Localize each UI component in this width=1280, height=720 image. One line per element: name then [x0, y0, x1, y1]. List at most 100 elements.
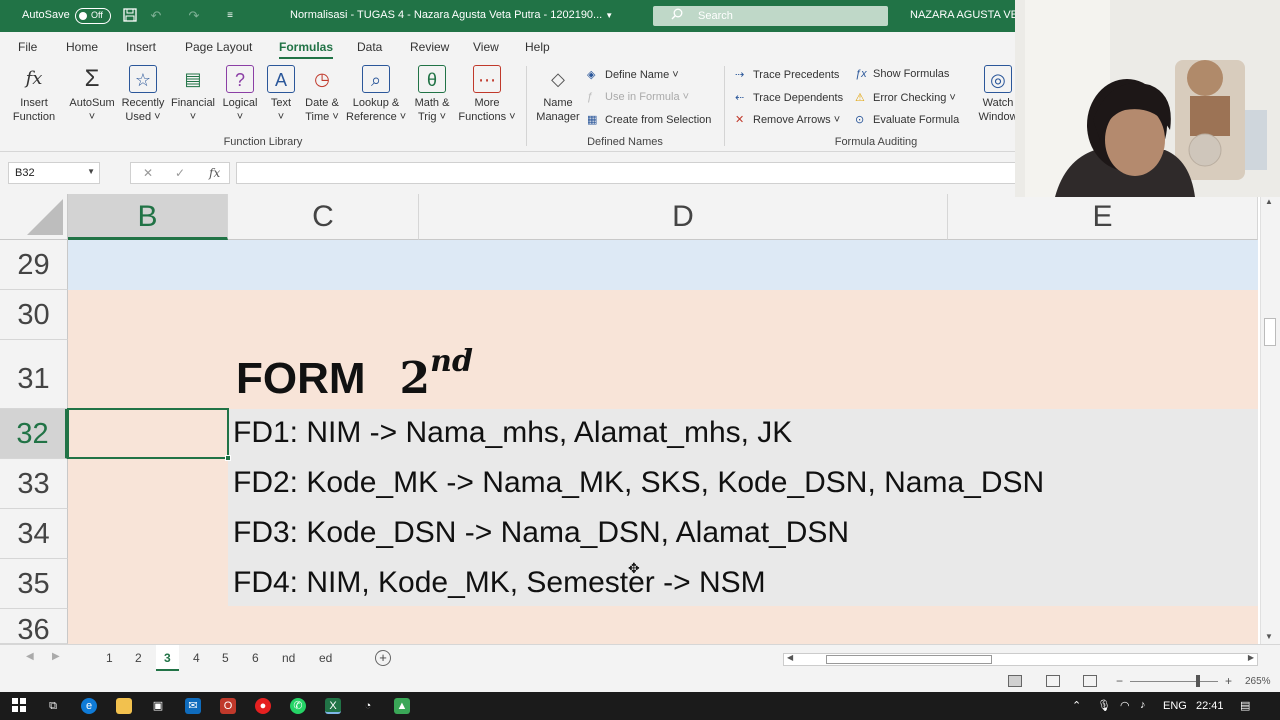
- scroll-up-icon[interactable]: ▲: [1265, 197, 1273, 206]
- more-functions-button[interactable]: ⋯ More Functions ˅: [458, 65, 516, 124]
- name-box[interactable]: B32 ▼: [8, 162, 100, 184]
- wifi-icon[interactable]: ◠: [1120, 699, 1130, 712]
- insert-function-button[interactable]: fx Insert Function: [8, 65, 60, 124]
- formula-input[interactable]: [236, 162, 1016, 184]
- android-app-icon[interactable]: ▲: [394, 698, 410, 714]
- sheet-tab[interactable]: ed: [315, 651, 336, 665]
- recently-used-button[interactable]: ☆ Recently Used ˅: [120, 65, 166, 124]
- normal-view-icon[interactable]: [1008, 675, 1022, 687]
- tab-insert[interactable]: Insert: [126, 40, 156, 54]
- tab-formulas[interactable]: Formulas: [279, 40, 334, 59]
- microphone-icon[interactable]: 🎙: [1097, 699, 1111, 712]
- tab-help[interactable]: Help: [525, 40, 550, 54]
- watch-window-button[interactable]: ◎ Watch Window: [978, 65, 1018, 124]
- add-sheet-icon[interactable]: +: [375, 650, 391, 666]
- date-time-button[interactable]: ◷ Date & Time ˅: [300, 65, 344, 124]
- define-name-button[interactable]: ◈ Define Name ˅: [587, 68, 679, 81]
- store-icon[interactable]: ▣: [150, 698, 166, 714]
- media-player-icon[interactable]: ●: [255, 698, 271, 714]
- sheet-tab[interactable]: 2: [131, 651, 146, 665]
- page-layout-view-icon[interactable]: [1046, 675, 1060, 687]
- use-in-formula-button[interactable]: ƒ Use in Formula ˅: [587, 91, 689, 103]
- windows-start-icon[interactable]: [11, 698, 27, 714]
- create-from-selection-button[interactable]: ▦ Create from Selection: [587, 113, 711, 126]
- sheet-tab[interactable]: 1: [102, 651, 117, 665]
- zoom-slider[interactable]: [1130, 681, 1218, 682]
- whatsapp-icon[interactable]: ✆: [290, 698, 306, 714]
- edge-browser-icon[interactable]: e: [81, 698, 97, 714]
- tab-home[interactable]: Home: [66, 40, 98, 54]
- scroll-down-icon[interactable]: ▼: [1265, 632, 1273, 641]
- remove-arrows-button[interactable]: ✕ Remove Arrows ˅: [735, 113, 840, 126]
- row-header-31[interactable]: 31: [0, 340, 68, 409]
- row-header-33[interactable]: 33: [0, 459, 68, 509]
- tab-file[interactable]: File: [18, 40, 37, 54]
- sheet-tab[interactable]: 5: [218, 651, 233, 665]
- name-box-dropdown-icon[interactable]: ▼: [87, 167, 95, 176]
- file-explorer-icon[interactable]: [116, 698, 132, 714]
- notifications-icon[interactable]: ▤: [1240, 699, 1250, 712]
- sheet-tab[interactable]: 6: [248, 651, 263, 665]
- autosave-toggle[interactable]: Off: [75, 8, 111, 24]
- scroll-right-icon[interactable]: ▶: [1248, 653, 1254, 662]
- tab-review[interactable]: Review: [410, 40, 449, 54]
- insert-function-icon[interactable]: fx: [209, 166, 220, 180]
- worksheet-grid[interactable]: B C D E 29 30 31 32 33 34 35 36 FORM 2nd …: [0, 194, 1260, 644]
- prev-sheet-icon[interactable]: ◀: [26, 651, 34, 662]
- row-header-30[interactable]: 30: [0, 290, 68, 340]
- search-box[interactable]: Search: [653, 6, 888, 26]
- row-header-32[interactable]: 32: [0, 409, 68, 459]
- enter-icon[interactable]: ✓: [175, 166, 185, 180]
- row-header-36[interactable]: 36: [0, 609, 68, 644]
- row-header-29[interactable]: 29: [0, 240, 68, 290]
- office-icon[interactable]: O: [220, 698, 236, 714]
- vertical-scroll-thumb[interactable]: [1264, 318, 1276, 346]
- active-cell-b32[interactable]: [67, 408, 231, 461]
- tab-view[interactable]: View: [473, 40, 499, 54]
- column-header-c[interactable]: C: [228, 194, 419, 240]
- sheet-tab-active[interactable]: 3: [156, 645, 179, 671]
- document-title[interactable]: Normalisasi - TUGAS 4 - Nazara Agusta Ve…: [290, 9, 613, 21]
- trace-dependents-button[interactable]: ⇠ Trace Dependents: [735, 91, 843, 104]
- column-header-e[interactable]: E: [948, 194, 1258, 240]
- zoom-in-button[interactable]: +: [1225, 674, 1232, 688]
- customize-qat-icon[interactable]: ≡: [222, 8, 238, 24]
- logical-button[interactable]: ? Logical ˅: [218, 65, 262, 124]
- sheet-tab[interactable]: nd: [278, 651, 299, 665]
- name-manager-button[interactable]: ◇ Name Manager: [532, 65, 584, 124]
- select-all-button[interactable]: [0, 194, 68, 240]
- redo-icon[interactable]: ↷: [186, 8, 202, 24]
- next-sheet-icon[interactable]: ▶: [52, 651, 60, 662]
- account-name[interactable]: NAZARA AGUSTA VET: [910, 9, 1025, 21]
- financial-button[interactable]: ▤ Financial ˅: [170, 65, 216, 124]
- zoom-level[interactable]: 265%: [1245, 676, 1271, 687]
- fill-handle[interactable]: [225, 455, 231, 461]
- page-break-view-icon[interactable]: [1083, 675, 1097, 687]
- volume-icon[interactable]: ♪: [1140, 699, 1146, 711]
- vertical-scrollbar[interactable]: ▲ ▼: [1260, 194, 1280, 644]
- text-button[interactable]: A Text ˅: [266, 65, 296, 124]
- horizontal-scrollbar[interactable]: ◀ ▶: [783, 653, 1258, 666]
- zoom-slider-knob[interactable]: [1196, 675, 1200, 687]
- column-header-d[interactable]: D: [419, 194, 948, 240]
- lookup-reference-button[interactable]: ⌕ Lookup & Reference ˅: [346, 65, 406, 124]
- clock-app-icon[interactable]: ◔: [360, 698, 376, 714]
- math-trig-button[interactable]: θ Math & Trig ˅: [410, 65, 454, 124]
- error-checking-button[interactable]: ⚠ Error Checking ˅: [855, 91, 956, 104]
- undo-icon[interactable]: ↶: [148, 8, 164, 24]
- excel-taskbar-icon[interactable]: X: [325, 698, 341, 714]
- clock-time[interactable]: 22:41: [1196, 700, 1224, 712]
- language-indicator[interactable]: ENG: [1163, 700, 1187, 712]
- row-header-34[interactable]: 34: [0, 509, 68, 559]
- trace-precedents-button[interactable]: ⇢ Trace Precedents: [735, 68, 839, 81]
- evaluate-formula-button[interactable]: ⊙ Evaluate Formula: [855, 113, 959, 126]
- tab-page-layout[interactable]: Page Layout: [185, 40, 252, 54]
- cancel-icon[interactable]: ✕: [143, 166, 153, 180]
- autosum-button[interactable]: Σ AutoSum ˅: [66, 65, 118, 124]
- mail-icon[interactable]: ✉: [185, 698, 201, 714]
- row-header-35[interactable]: 35: [0, 559, 68, 609]
- horizontal-scroll-thumb[interactable]: [826, 655, 992, 664]
- sheet-tab[interactable]: 4: [189, 651, 204, 665]
- scroll-left-icon[interactable]: ◀: [787, 653, 793, 662]
- show-formulas-button[interactable]: ƒx Show Formulas: [855, 68, 949, 80]
